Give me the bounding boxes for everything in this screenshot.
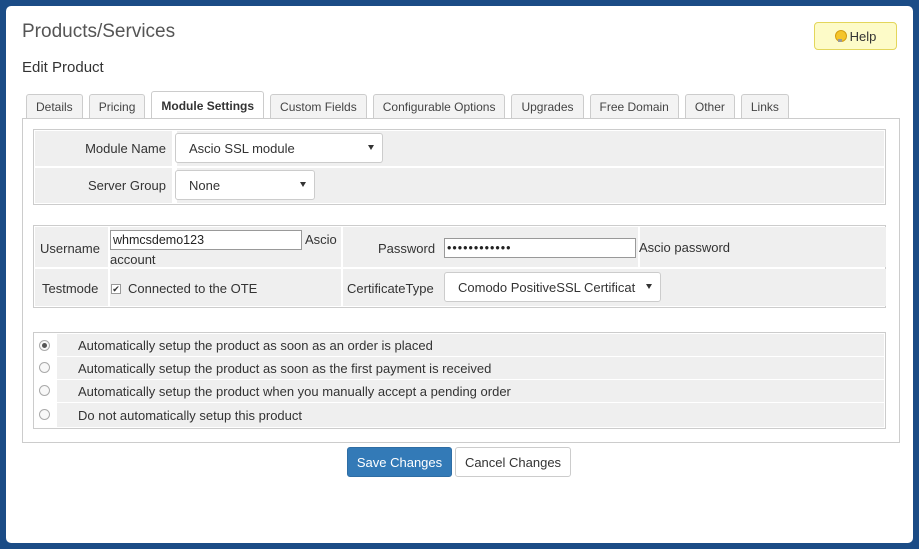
setup-option-label: Do not automatically setup this product — [78, 408, 303, 423]
setup-options-box: Automatically setup the product as soon … — [33, 332, 886, 429]
module-name-row: Module Name Ascio SSL module — [35, 131, 884, 166]
setup-radio-payment[interactable] — [39, 362, 50, 373]
setup-option-label: Automatically setup the product when you… — [78, 384, 511, 399]
tab-details[interactable]: Details — [26, 94, 83, 118]
certtype-select[interactable]: Comodo PositiveSSL Certificat — [444, 272, 661, 302]
server-group-label: Server Group — [87, 178, 166, 193]
module-name-select[interactable]: Ascio SSL module — [175, 133, 383, 163]
cancel-changes-button[interactable]: Cancel Changes — [455, 447, 571, 477]
username-desc-line2: account — [110, 252, 156, 267]
server-group-row: Server Group None — [35, 168, 884, 203]
password-desc: Ascio password — [639, 240, 731, 255]
testmode-checkbox[interactable]: ✔ — [111, 284, 121, 294]
server-group-select[interactable]: None — [175, 170, 315, 200]
tab-free-domain[interactable]: Free Domain — [589, 94, 679, 118]
page-subtitle: Edit Product — [22, 59, 104, 76]
save-changes-button[interactable]: Save Changes — [347, 447, 452, 477]
help-button[interactable]: Help — [814, 22, 897, 50]
chevron-down-icon — [646, 284, 652, 289]
module-box: Module Name Ascio SSL module Server Grou… — [33, 129, 886, 205]
module-config-box: Username Ascio account Password Ascio pa… — [33, 225, 886, 308]
password-label: Password — [378, 241, 436, 256]
help-label: Help — [849, 28, 877, 44]
main-frame: Products/Services Help Edit Product Deta… — [6, 6, 913, 543]
password-input[interactable] — [444, 238, 636, 258]
certtype-label: CertificateType — [347, 281, 434, 296]
tab-configurable-options[interactable]: Configurable Options — [372, 94, 506, 118]
setup-option-row: Automatically setup the product as soon … — [35, 334, 884, 356]
module-name-label: Module Name — [85, 141, 166, 156]
lightbulb-icon — [834, 29, 847, 43]
testmode-label: Testmode — [42, 281, 99, 296]
tab-upgrades[interactable]: Upgrades — [511, 94, 584, 118]
username-desc-line1: Ascio — [305, 232, 337, 247]
tab-pricing[interactable]: Pricing — [88, 94, 146, 118]
username-label: Username — [40, 241, 100, 256]
setup-radio-manual[interactable] — [39, 385, 50, 396]
tab-custom-fields[interactable]: Custom Fields — [270, 94, 367, 118]
tab-other[interactable]: Other — [684, 94, 735, 118]
setup-option-label: Automatically setup the product as soon … — [78, 338, 433, 353]
tab-module-settings[interactable]: Module Settings — [151, 91, 265, 119]
setup-option-row: Automatically setup the product when you… — [35, 380, 884, 402]
setup-option-label: Automatically setup the product as soon … — [78, 361, 492, 376]
setup-option-row: Automatically setup the product as soon … — [35, 357, 884, 379]
tab-links[interactable]: Links — [740, 94, 789, 118]
setup-radio-none[interactable] — [39, 409, 50, 420]
module-settings-panel: Module Name Ascio SSL module Server Grou… — [22, 118, 900, 443]
chevron-down-icon — [368, 145, 374, 150]
setup-option-row: Do not automatically setup this product — [35, 403, 884, 427]
chevron-down-icon — [300, 182, 306, 187]
page-title: Products/Services — [22, 21, 176, 42]
testmode-desc: Connected to the OTE — [128, 281, 258, 296]
tab-bar: Details Pricing Module Settings Custom F… — [26, 88, 795, 119]
setup-radio-order[interactable] — [39, 340, 50, 351]
username-input[interactable] — [110, 230, 302, 250]
